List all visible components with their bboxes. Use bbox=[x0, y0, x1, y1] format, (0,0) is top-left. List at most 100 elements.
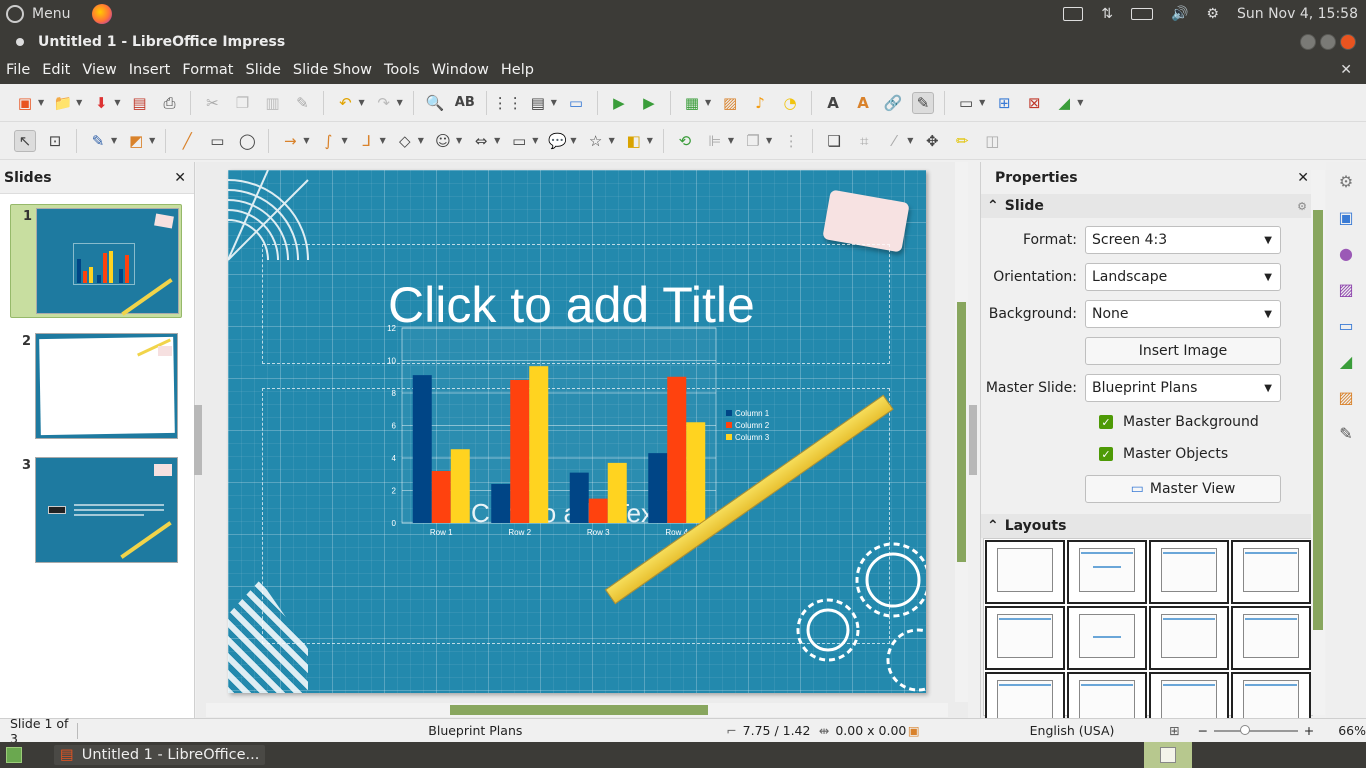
language[interactable]: English (USA) bbox=[1030, 723, 1169, 738]
styles-deck-icon[interactable]: ◢ bbox=[1335, 350, 1357, 372]
layout-title-only[interactable] bbox=[985, 606, 1065, 670]
zoom-pan-icon[interactable]: ⊡ bbox=[44, 130, 66, 152]
block-arrows-icon[interactable]: ⇔ bbox=[470, 130, 492, 152]
insert-image-button[interactable]: Insert Image bbox=[1085, 337, 1281, 365]
fit-slide-icon[interactable]: ⊞ bbox=[1169, 723, 1179, 738]
slide-thumbnail-3[interactable]: 3 bbox=[10, 454, 182, 568]
slide-thumbnail-2[interactable]: 2 bbox=[10, 330, 182, 444]
close-window-button[interactable] bbox=[1340, 34, 1356, 50]
layout-title-content-and-2-content[interactable] bbox=[1231, 606, 1311, 670]
curve-icon[interactable]: ∫ bbox=[317, 130, 339, 152]
keyboard-icon[interactable] bbox=[1063, 7, 1084, 21]
master-background-checkbox[interactable]: ✓ Master Background bbox=[1099, 414, 1259, 430]
line-color-icon[interactable]: ✎ bbox=[87, 130, 109, 152]
arrange-icon[interactable]: ❐ bbox=[742, 130, 764, 152]
toggle-extrusion-icon[interactable]: ◫ bbox=[981, 130, 1003, 152]
taskbar-window-entry[interactable]: ▤ Untitled 1 - LibreOffice... bbox=[54, 745, 266, 765]
battery-icon[interactable] bbox=[1130, 8, 1153, 20]
layouts-section-header[interactable]: ⌃ Layouts bbox=[981, 514, 1311, 538]
hyperlink-icon[interactable]: 🔗 bbox=[882, 92, 904, 114]
layout-centered-text[interactable] bbox=[1067, 606, 1147, 670]
slide-properties-icon[interactable]: ◢ bbox=[1053, 92, 1075, 114]
menu-format[interactable]: Format bbox=[176, 62, 239, 78]
layout-title-2-content-and-content[interactable] bbox=[1149, 606, 1229, 670]
image-icon[interactable]: ▨ bbox=[719, 92, 741, 114]
minimize-button[interactable] bbox=[1300, 34, 1316, 50]
print-icon[interactable]: ⎙ bbox=[158, 92, 180, 114]
start-current-slide-icon[interactable]: ▶ bbox=[638, 92, 660, 114]
shadow-icon[interactable]: ❑ bbox=[823, 130, 845, 152]
delete-slide-icon[interactable]: ⊠ bbox=[1023, 92, 1045, 114]
editor-vertical-scrollbar[interactable] bbox=[955, 162, 968, 702]
clock[interactable]: Sun Nov 4, 15:58 bbox=[1237, 6, 1358, 22]
master-slide-dropdown[interactable]: Blueprint Plans ▼ bbox=[1085, 374, 1281, 402]
layout-title-2-content[interactable] bbox=[1231, 540, 1311, 604]
open-folder-icon[interactable]: 📁 bbox=[52, 92, 74, 114]
gallery-deck-icon[interactable]: ▨ bbox=[1335, 386, 1357, 408]
zoom-level[interactable]: 66% bbox=[1338, 723, 1366, 738]
layout-title-content[interactable] bbox=[1067, 540, 1147, 604]
slide-section-header[interactable]: ⌃ Slide ⚙ bbox=[981, 194, 1311, 218]
master-objects-checkbox[interactable]: ✓ Master Objects bbox=[1099, 446, 1228, 462]
show-desktop-icon[interactable] bbox=[6, 747, 22, 763]
menu-slide[interactable]: Slide bbox=[239, 62, 286, 78]
glue-points-icon[interactable]: ✏ bbox=[951, 130, 973, 152]
align-icon[interactable]: ⊫ bbox=[704, 130, 726, 152]
background-dropdown[interactable]: None ▼ bbox=[1085, 300, 1281, 328]
new-slide-icon[interactable]: ⊞ bbox=[993, 92, 1015, 114]
show-draw-functions-icon[interactable]: ✎ bbox=[912, 91, 935, 114]
close-document-icon[interactable]: ✕ bbox=[1340, 62, 1352, 78]
callouts-icon[interactable]: 💬 bbox=[546, 130, 568, 152]
orientation-dropdown[interactable]: Landscape ▼ bbox=[1085, 263, 1281, 291]
maximize-button[interactable] bbox=[1320, 34, 1336, 50]
network-icon[interactable]: ⇅ bbox=[1101, 6, 1113, 22]
spelling-icon[interactable]: AB bbox=[454, 92, 476, 114]
text-box-icon[interactable]: A bbox=[822, 92, 844, 114]
menu-view[interactable]: View bbox=[76, 62, 122, 78]
format-dropdown[interactable]: Screen 4:3 ▼ bbox=[1085, 226, 1281, 254]
line-icon[interactable]: ╱ bbox=[176, 130, 198, 152]
basic-shapes-icon[interactable]: ◇ bbox=[394, 130, 416, 152]
slides-pane-splitter[interactable] bbox=[194, 405, 202, 475]
grid-icon[interactable]: ⋮⋮ bbox=[493, 92, 523, 114]
close-slides-pane-icon[interactable]: ✕ bbox=[174, 170, 186, 186]
flowchart-icon[interactable]: ▭ bbox=[508, 130, 530, 152]
3d-objects-icon[interactable]: ◧ bbox=[623, 130, 645, 152]
volume-icon[interactable]: 🔊 bbox=[1171, 6, 1188, 22]
stars-icon[interactable]: ☆ bbox=[585, 130, 607, 152]
display-views-icon[interactable]: ▤ bbox=[527, 92, 549, 114]
animation-deck-icon[interactable]: ▨ bbox=[1335, 278, 1357, 300]
zoom-out-icon[interactable]: − bbox=[1198, 723, 1208, 738]
editor-horizontal-scrollbar[interactable] bbox=[206, 703, 948, 717]
sidebar-splitter[interactable] bbox=[969, 405, 977, 475]
slide-more-options-icon[interactable]: ⚙ bbox=[1297, 200, 1307, 213]
close-sidebar-icon[interactable]: ✕ bbox=[1297, 170, 1309, 186]
slide-canvas[interactable]: Click to add Title Click to add Text 024… bbox=[228, 170, 926, 693]
clone-formatting-icon[interactable]: ✎ bbox=[291, 92, 313, 114]
connector-icon[interactable]: ⅃ bbox=[356, 130, 378, 152]
workspace-switcher[interactable] bbox=[1144, 742, 1192, 768]
firefox-icon[interactable] bbox=[92, 4, 113, 24]
menu-edit[interactable]: Edit bbox=[36, 62, 76, 78]
master-slide-icon[interactable]: ▭ bbox=[565, 92, 587, 114]
media-icon[interactable]: ♪ bbox=[749, 92, 771, 114]
save-icon[interactable]: ⬇ bbox=[90, 92, 112, 114]
system-menu[interactable]: Menu bbox=[6, 4, 113, 24]
crop-icon[interactable]: ⌗ bbox=[853, 130, 875, 152]
menu-help[interactable]: Help bbox=[495, 62, 540, 78]
menu-window[interactable]: Window bbox=[426, 62, 495, 78]
undo-icon[interactable]: ↶ bbox=[334, 92, 356, 114]
export-pdf-icon[interactable]: ▤ bbox=[128, 92, 150, 114]
master-view-button[interactable]: ▭ Master View bbox=[1085, 475, 1281, 503]
fontwork-icon[interactable]: A bbox=[852, 92, 874, 114]
layout-title-content-2[interactable] bbox=[1149, 540, 1229, 604]
points-icon[interactable]: ✥ bbox=[921, 130, 943, 152]
distribute-icon[interactable]: ⋮ bbox=[780, 130, 802, 152]
select-icon[interactable]: ↖ bbox=[14, 129, 36, 152]
zoom-in-icon[interactable]: + bbox=[1304, 723, 1314, 738]
new-icon[interactable]: ▣ bbox=[14, 92, 36, 114]
settings-gear-icon[interactable]: ⚙ bbox=[1206, 6, 1219, 22]
start-first-slide-icon[interactable]: ▶ bbox=[608, 92, 630, 114]
layout-blank[interactable] bbox=[985, 540, 1065, 604]
navigator-deck-icon[interactable]: ✎ bbox=[1335, 422, 1357, 444]
